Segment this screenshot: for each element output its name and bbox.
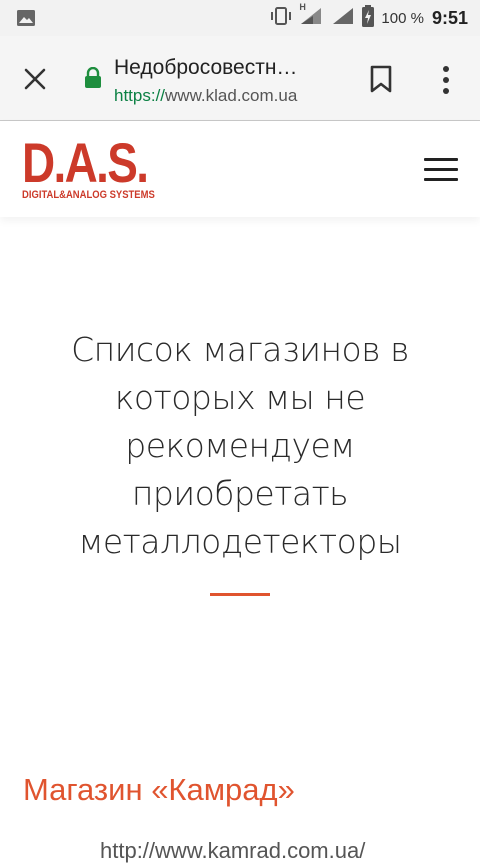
more-vert-icon[interactable]	[438, 64, 454, 96]
heading-divider	[210, 593, 270, 596]
vibrate-icon	[269, 6, 293, 31]
site-header: D.A.S. DIGITAL&ANALOG SYSTEMS	[0, 121, 480, 217]
hamburger-menu-icon[interactable]	[424, 158, 458, 182]
url-bar[interactable]: https://www.klad.com.ua	[114, 86, 297, 106]
heading-line: приобретать	[131, 474, 349, 513]
browser-toolbar: Недобросовестн… https://www.klad.com.ua	[0, 36, 480, 121]
network-type-label: H	[299, 1, 306, 12]
page-title[interactable]: Недобросовестн…	[114, 56, 297, 80]
heading-line: которых мы не	[114, 378, 366, 417]
battery-percent: 100 %	[381, 9, 424, 27]
url-host: www.klad.com.ua	[165, 86, 298, 105]
heading-line: металлодетекторы	[78, 522, 402, 561]
clock: 9:51	[431, 7, 468, 28]
shop-link[interactable]: http://www.kamrad.com.ua/	[100, 838, 365, 864]
heading-line: рекомендуем	[125, 426, 355, 465]
lock-icon[interactable]	[84, 66, 102, 94]
logo-main-text: D.A.S.	[22, 131, 149, 194]
bookmark-icon[interactable]	[369, 65, 393, 98]
close-icon[interactable]	[22, 66, 48, 92]
url-scheme: https://	[114, 86, 166, 105]
battery-charging-icon	[361, 4, 375, 32]
signal-icon-2	[331, 6, 355, 31]
site-logo[interactable]: D.A.S. DIGITAL&ANALOG SYSTEMS	[22, 131, 155, 202]
status-bar: H 100 % 9:51	[0, 0, 480, 36]
page-heading: Список магазинов в которых мы не рекомен…	[40, 326, 440, 566]
heading-line: Список магазинов в	[71, 330, 409, 369]
signal-icon-1: H	[299, 2, 325, 31]
gallery-notification-icon	[16, 9, 36, 32]
logo-subtitle: DIGITAL&ANALOG SYSTEMS	[22, 189, 155, 201]
shop-title: Магазин «Камрад»	[23, 772, 295, 807]
